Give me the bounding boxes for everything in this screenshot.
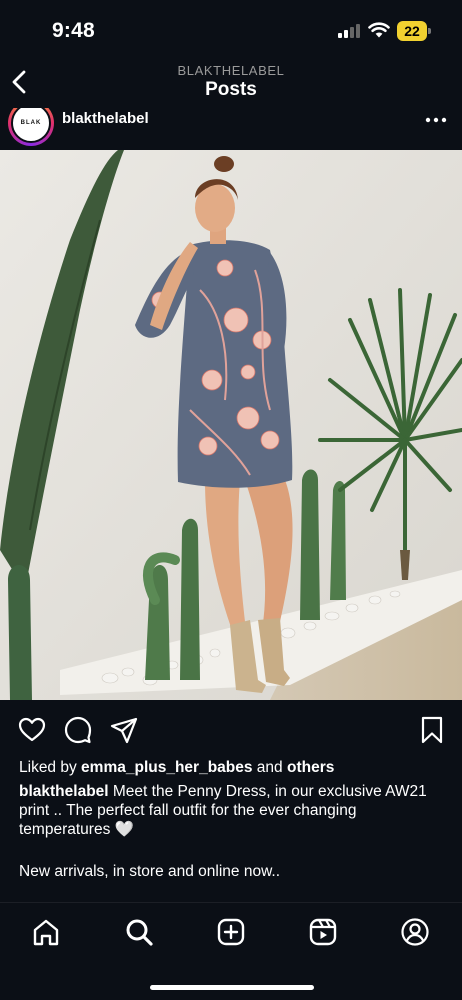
caption-username[interactable]: blakthelabel: [19, 783, 109, 800]
more-options-button[interactable]: [424, 112, 448, 128]
status-time: 9:48: [52, 19, 95, 42]
add-square-icon[interactable]: [216, 917, 246, 947]
cellular-signal-icon: [338, 24, 362, 38]
battery-level: 22: [404, 23, 420, 39]
wifi-icon: [368, 22, 390, 38]
likes-summary[interactable]: Liked by emma_plus_her_babes and others: [19, 758, 334, 777]
reels-icon[interactable]: [308, 917, 338, 947]
home-indicator[interactable]: [150, 985, 314, 990]
share-button[interactable]: [110, 716, 138, 744]
post-photo[interactable]: [0, 150, 462, 700]
liked-by-others[interactable]: others: [287, 759, 334, 776]
likes-middle: and: [252, 759, 287, 776]
comment-button[interactable]: [64, 716, 92, 744]
nav-header: BLAKTHELABEL Posts: [0, 62, 462, 108]
avatar[interactable]: BLAK: [8, 108, 54, 146]
post-actions: [0, 700, 462, 758]
likes-prefix: Liked by: [19, 759, 82, 776]
profile-icon[interactable]: [400, 917, 430, 947]
battery-icon: 22: [397, 21, 431, 41]
caption-area: Liked by emma_plus_her_babes and others …: [0, 758, 462, 902]
search-icon[interactable]: [124, 917, 154, 947]
post-photo-illustration: [0, 150, 462, 700]
avatar-logo: BLAK: [11, 108, 51, 143]
page-title: Posts: [205, 79, 257, 100]
post-header: BLAK blakthelabel: [0, 108, 462, 150]
nav-subtitle: BLAKTHELABEL: [177, 63, 285, 78]
status-bar: 9:48 22: [0, 0, 462, 62]
caption-second-paragraph: New arrivals, in store and online now..: [19, 863, 281, 880]
post-username[interactable]: blakthelabel: [62, 110, 149, 127]
like-button[interactable]: [18, 716, 46, 744]
liked-by-user[interactable]: emma_plus_her_babes: [81, 759, 252, 776]
post-caption: blakthelabel Meet the Penny Dress, in ou…: [19, 782, 439, 839]
home-icon[interactable]: [31, 917, 61, 947]
tab-bar: [0, 902, 462, 1000]
save-button[interactable]: [418, 716, 446, 744]
